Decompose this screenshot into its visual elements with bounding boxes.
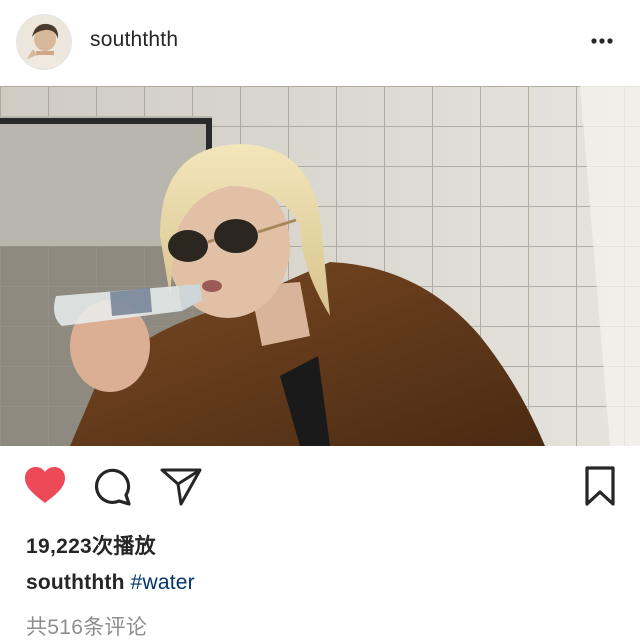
post-video[interactable]: [0, 86, 640, 446]
paper-plane-icon[interactable]: [157, 462, 205, 510]
view-comments-link[interactable]: 共516条评论: [26, 611, 147, 640]
caption-username[interactable]: souththth: [26, 571, 125, 594]
more-options-icon[interactable]: [585, 30, 619, 52]
bookmark-icon[interactable]: [576, 462, 624, 510]
post-caption: souththth #water: [26, 571, 195, 595]
avatar[interactable]: [16, 14, 72, 70]
action-bar: [0, 462, 640, 514]
post-username[interactable]: souththth: [90, 28, 178, 52]
caption-hashtag[interactable]: #water: [131, 571, 195, 594]
view-count: 19,223次播放: [26, 535, 156, 558]
heart-filled-icon[interactable]: [21, 462, 69, 510]
comment-bubble-icon[interactable]: [89, 462, 137, 510]
post-header: souththth: [0, 0, 640, 85]
